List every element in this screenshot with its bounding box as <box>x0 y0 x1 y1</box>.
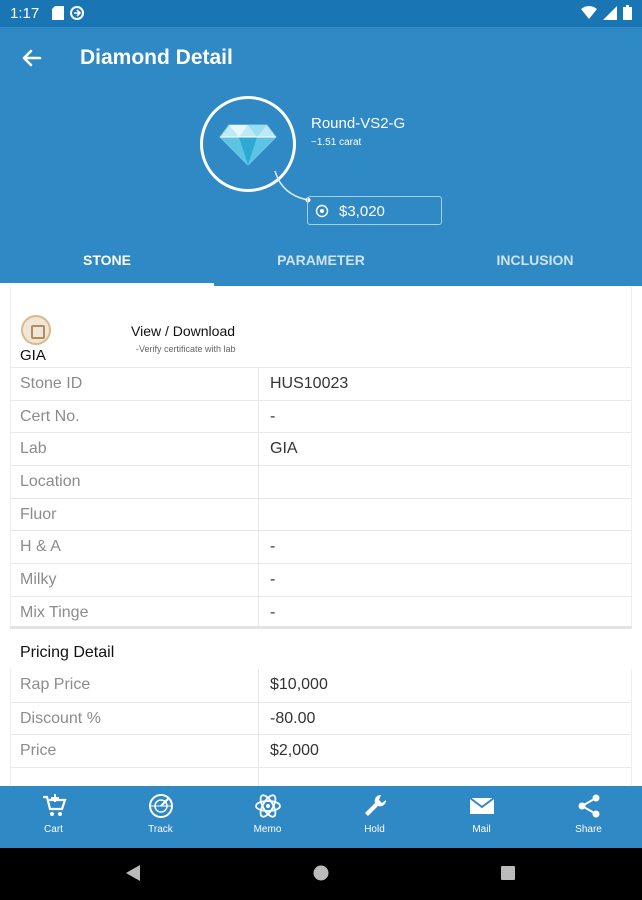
nav-label: Hold <box>364 824 385 835</box>
row-value: $10,000 <box>270 676 328 693</box>
nav-memo[interactable]: Memo <box>214 786 321 848</box>
row-value: $2,000 <box>270 742 319 760</box>
tab-inclusion[interactable]: INCLUSION <box>428 233 642 286</box>
share-icon <box>578 794 600 818</box>
table-row: Milky - <box>11 563 631 596</box>
row-value: - <box>270 571 276 589</box>
row-value: - <box>270 407 276 425</box>
wrench-icon <box>365 794 387 816</box>
battery-icon <box>623 5 632 20</box>
table-row: Lab GIA <box>11 432 631 466</box>
table-row: H & A- <box>11 530 631 564</box>
home-nav-icon[interactable] <box>312 864 330 882</box>
certificate-section: GIA View / Download -Verify certificate … <box>10 286 632 367</box>
nav-track[interactable]: Track <box>107 786 214 848</box>
row-label: Fluor <box>20 505 57 523</box>
row-value: - <box>270 603 276 621</box>
stone-carat: ~1.51 carat <box>311 137 362 148</box>
price-badge: $3,020 <box>307 196 442 225</box>
table-row: Rap Price $10,000 <box>11 669 631 702</box>
table-row: Fluor <box>11 497 631 531</box>
row-label: Discount % <box>20 709 101 727</box>
system-nav-bar <box>0 848 642 900</box>
signal-icon <box>603 5 617 20</box>
row-value: GIA <box>270 440 298 458</box>
view-download-link[interactable]: View / Download <box>131 323 235 339</box>
gia-seal-icon <box>21 315 51 345</box>
cert-lab: GIA <box>20 347 46 364</box>
page-title: Diamond Detail <box>80 46 233 69</box>
diamond-summary: Round-VS2-G ~1.51 carat $3,020 <box>0 89 642 233</box>
recents-nav-icon[interactable] <box>499 864 517 882</box>
radar-icon <box>149 794 173 818</box>
sync-icon <box>70 6 84 20</box>
nav-label: Track <box>148 824 173 835</box>
bottom-nav: Cart Track Memo Hold Mail Share <box>0 786 642 848</box>
stone-content: GIA View / Download -Verify certificate … <box>0 286 642 786</box>
nav-mail[interactable]: Mail <box>428 786 535 848</box>
table-row <box>11 767 631 786</box>
app-bar: Diamond Detail <box>0 27 642 89</box>
table-row: Mix Tinge - <box>11 595 631 629</box>
back-nav-icon[interactable] <box>124 864 142 882</box>
table-row: Stone ID HUS10023 <box>11 367 631 400</box>
nav-cart[interactable]: Cart <box>0 786 107 848</box>
row-value: HUS10023 <box>270 375 349 392</box>
table-row: Discount % -80.00 <box>11 701 631 735</box>
wifi-icon <box>581 6 597 19</box>
verify-hint: -Verify certificate with lab <box>136 344 236 354</box>
row-label: Price <box>20 742 57 760</box>
cart-icon <box>43 794 67 816</box>
mail-icon <box>469 797 495 814</box>
tab-stone[interactable]: STONE <box>0 233 214 286</box>
nav-label: Share <box>575 824 602 835</box>
nav-hold[interactable]: Hold <box>321 786 428 848</box>
row-value: -80.00 <box>270 709 316 727</box>
price-tag-icon <box>315 204 329 218</box>
table-row: Cert No. - <box>11 399 631 433</box>
details-table: Stone ID HUS10023 Cert No. - Lab GIA Locati… <box>10 367 632 629</box>
pricing-table: Rap Price $10,000 Discount % -80.00 Price $… <box>10 669 632 786</box>
row-label: Milky <box>20 571 57 589</box>
row-label: Cert No. <box>20 407 80 425</box>
stone-name: Round-VS2-G <box>311 115 406 132</box>
row-label: Stone ID <box>20 375 83 392</box>
table-row: Location <box>11 465 631 498</box>
section-divider <box>10 626 632 629</box>
row-label: Lab <box>20 440 47 458</box>
row-label: Rap Price <box>20 676 91 693</box>
status-time: 1:17 <box>10 5 40 22</box>
nav-label: Mail <box>472 824 491 835</box>
row-label: Mix Tinge <box>20 603 89 621</box>
row-value: - <box>270 538 276 556</box>
pricing-title: Pricing Detail <box>20 644 115 661</box>
atom-icon <box>255 794 281 818</box>
nav-share[interactable]: Share <box>535 786 642 848</box>
back-arrow-icon[interactable] <box>18 44 46 72</box>
nav-label: Cart <box>44 824 63 835</box>
sd-card-icon <box>52 6 64 20</box>
tab-bar: STONE PARAMETER INCLUSION <box>0 233 642 286</box>
table-row: Price $2,000 <box>11 734 631 768</box>
row-label: Location <box>20 473 81 491</box>
price-value: $3,020 <box>339 203 385 220</box>
row-label: H & A <box>20 538 61 556</box>
diamond-icon <box>219 124 277 166</box>
nav-label: Memo <box>253 824 282 835</box>
tab-parameter[interactable]: PARAMETER <box>214 233 428 286</box>
status-bar: 1:17 <box>0 0 642 27</box>
connector-line <box>274 170 311 203</box>
